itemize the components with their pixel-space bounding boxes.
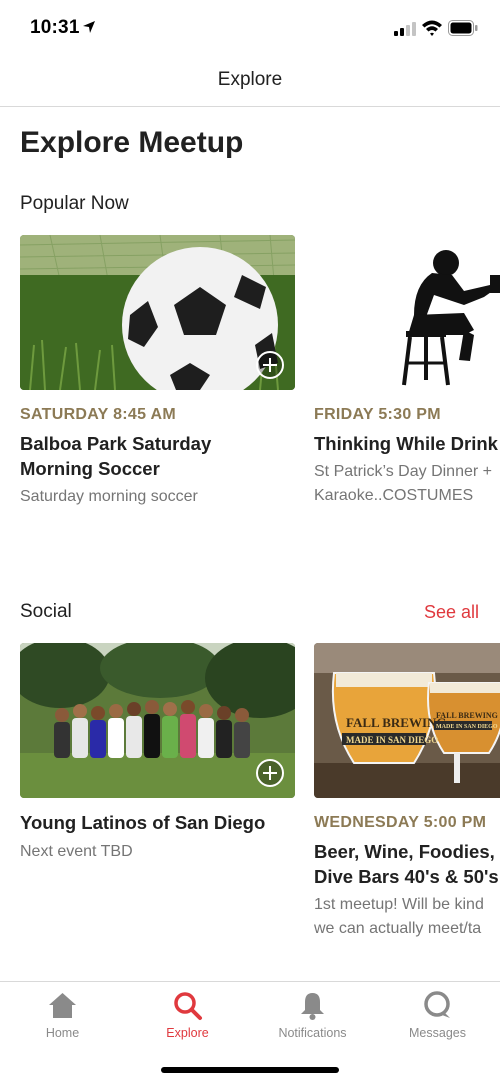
- svg-text:FALL BREWING: FALL BREWING: [346, 715, 447, 730]
- chat-bubble-icon: [424, 991, 450, 1018]
- event-date: SATURDAY 8:45 AM: [20, 406, 176, 423]
- soccer-ball-photo: [20, 235, 295, 390]
- wifi-icon: [422, 20, 442, 36]
- bell-icon: [301, 993, 324, 1020]
- navigation-bar: Explore: [0, 56, 500, 107]
- section-title-popular-now: Popular Now: [20, 193, 129, 214]
- beer-glasses-photo: FALL BREWING MADE IN SAN DIEGO FALL BREW…: [314, 643, 500, 798]
- group-image: [20, 643, 295, 798]
- tab-label: Notifications: [278, 1026, 347, 1040]
- group-card-young-latinos[interactable]: Young Latinos of San Diego Next event TB…: [20, 643, 295, 864]
- event-description: St Patrick’s Day Dinner + Karaoke..COSTU…: [314, 463, 492, 504]
- tab-explore[interactable]: Explore: [125, 982, 250, 1052]
- thinker-silhouette: [314, 235, 500, 390]
- home-indicator: [161, 1067, 339, 1073]
- add-circle-icon[interactable]: [255, 350, 285, 380]
- event-card-beer-wine-foodies[interactable]: FALL BREWING MADE IN SAN DIEGO FALL BREW…: [314, 643, 500, 941]
- event-title: Beer, Wine, Foodies, Dive Bars 40's & 50…: [314, 841, 499, 887]
- tab-label: Explore: [166, 1026, 209, 1040]
- cellular-signal-icon: [394, 22, 416, 36]
- location-arrow-icon: [83, 21, 95, 33]
- tab-notifications[interactable]: Notifications: [250, 982, 375, 1052]
- event-card-thinking-while-drinking[interactable]: FRIDAY 5:30 PM Thinking While Drink St P…: [314, 235, 500, 508]
- page-heading: Explore Meetup: [20, 126, 244, 159]
- add-circle-icon[interactable]: [255, 758, 285, 788]
- see-all-link[interactable]: See all: [424, 602, 479, 623]
- group-title: Young Latinos of San Diego: [20, 812, 266, 833]
- nav-title: Explore: [217, 69, 283, 90]
- tab-home[interactable]: Home: [0, 982, 125, 1052]
- search-icon: [174, 992, 202, 1020]
- status-bar: 10:31: [0, 0, 500, 56]
- event-date: WEDNESDAY 5:00 PM: [314, 814, 487, 831]
- event-image-thinker: [314, 235, 500, 390]
- tab-label: Messages: [409, 1026, 466, 1040]
- event-description: 1st meetup! Will be kind we can actually…: [314, 896, 484, 937]
- event-image-beer: FALL BREWING MADE IN SAN DIEGO FALL BREW…: [314, 643, 500, 798]
- event-description: Saturday morning soccer: [20, 488, 198, 505]
- group-photo: [20, 643, 295, 798]
- event-card-balboa-soccer[interactable]: SATURDAY 8:45 AM Balboa Park Saturday Mo…: [20, 235, 295, 509]
- home-icon: [49, 993, 76, 1018]
- svg-text:MADE IN SAN DIEGO: MADE IN SAN DIEGO: [346, 735, 438, 745]
- svg-text:FALL BREWING: FALL BREWING: [436, 711, 498, 720]
- event-title: Balboa Park Saturday Morning Soccer: [20, 433, 212, 479]
- event-date: FRIDAY 5:30 PM: [314, 406, 441, 423]
- status-time: 10:31: [30, 17, 80, 38]
- battery-icon: [448, 20, 478, 36]
- group-next-event: Next event TBD: [20, 843, 133, 860]
- event-title: Thinking While Drink: [314, 433, 498, 454]
- svg-text:MADE IN SAN DIEGO: MADE IN SAN DIEGO: [436, 724, 498, 730]
- section-title-social: Social: [20, 601, 72, 622]
- tab-label: Home: [45, 1026, 80, 1040]
- event-image-soccer: [20, 235, 295, 390]
- tab-messages[interactable]: Messages: [375, 982, 500, 1052]
